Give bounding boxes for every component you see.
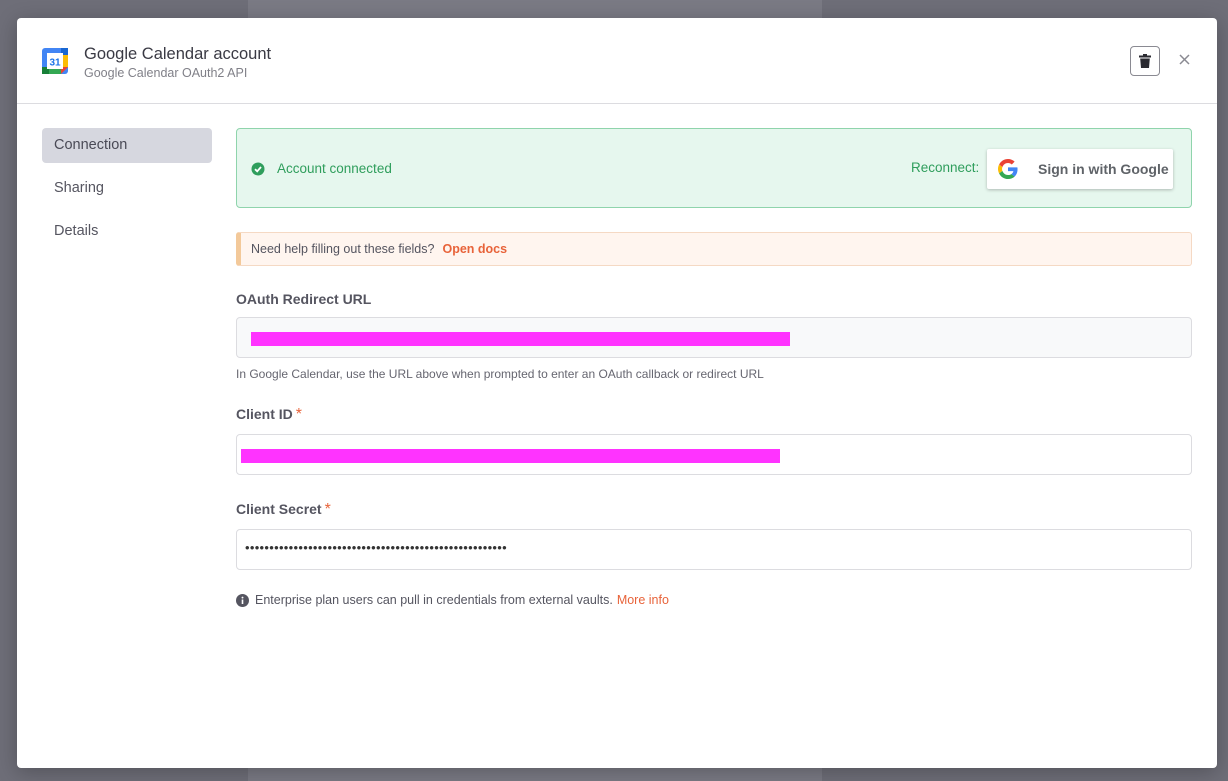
client-secret-input[interactable]: ••••••••••••••••••••••••••••••••••••••••… — [236, 529, 1192, 570]
google-calendar-icon: 31 — [42, 48, 68, 74]
modal-title: Google Calendar account — [84, 45, 272, 63]
vault-info-text: Enterprise plan users can pull in creden… — [255, 593, 613, 607]
connected-status-text: Account connected — [277, 161, 392, 176]
google-button-label: Sign in with Google — [1038, 161, 1169, 177]
more-info-link[interactable]: More info — [617, 593, 669, 607]
redirect-url-field[interactable] — [236, 317, 1192, 358]
modal-header: 31 Google Calendar account Google Calend… — [17, 18, 1217, 104]
close-button[interactable] — [1174, 49, 1194, 69]
trash-icon — [1139, 54, 1151, 68]
sidebar-item-connection[interactable]: Connection — [42, 128, 212, 163]
sign-in-with-google-button[interactable]: Sign in with Google — [987, 149, 1173, 189]
info-circle-icon — [236, 593, 249, 607]
client-id-input[interactable] — [236, 434, 1192, 475]
help-banner: Need help filling out these fields? Open… — [236, 232, 1192, 266]
open-docs-link[interactable]: Open docs — [442, 242, 507, 256]
account-connected-banner: Account connected Reconnect: Sign in wit… — [236, 128, 1192, 208]
check-circle-icon — [251, 162, 265, 176]
redirect-url-hint: In Google Calendar, use the URL above wh… — [236, 367, 764, 381]
client-secret-label-row: Client Secret * — [236, 501, 1192, 519]
reconnect-label: Reconnect: — [911, 160, 980, 175]
required-marker: * — [295, 406, 303, 423]
client-id-label: Client ID — [236, 406, 293, 422]
vault-info-row: Enterprise plan users can pull in creden… — [236, 593, 1192, 607]
credential-modal: 31 Google Calendar account Google Calend… — [17, 18, 1217, 768]
redirect-url-label: OAuth Redirect URL — [236, 291, 372, 307]
modal-subtitle: Google Calendar OAuth2 API — [84, 66, 248, 80]
client-secret-value: ••••••••••••••••••••••••••••••••••••••••… — [245, 540, 507, 555]
sidebar: Connection Sharing Details — [42, 128, 212, 257]
app-icon-text: 31 — [49, 58, 61, 69]
delete-button[interactable] — [1130, 46, 1160, 76]
help-text: Need help filling out these fields? — [251, 242, 435, 256]
sidebar-item-sharing[interactable]: Sharing — [42, 171, 212, 206]
client-secret-label: Client Secret — [236, 501, 322, 517]
connection-panel: Account connected Reconnect: Sign in wit… — [236, 128, 1192, 607]
redacted-value — [241, 449, 780, 463]
client-id-label-row: Client ID * — [236, 406, 1192, 424]
redacted-value — [251, 332, 790, 346]
sidebar-item-details[interactable]: Details — [42, 214, 212, 249]
required-marker: * — [324, 501, 331, 518]
google-g-logo — [998, 159, 1018, 179]
close-icon — [1178, 53, 1190, 65]
